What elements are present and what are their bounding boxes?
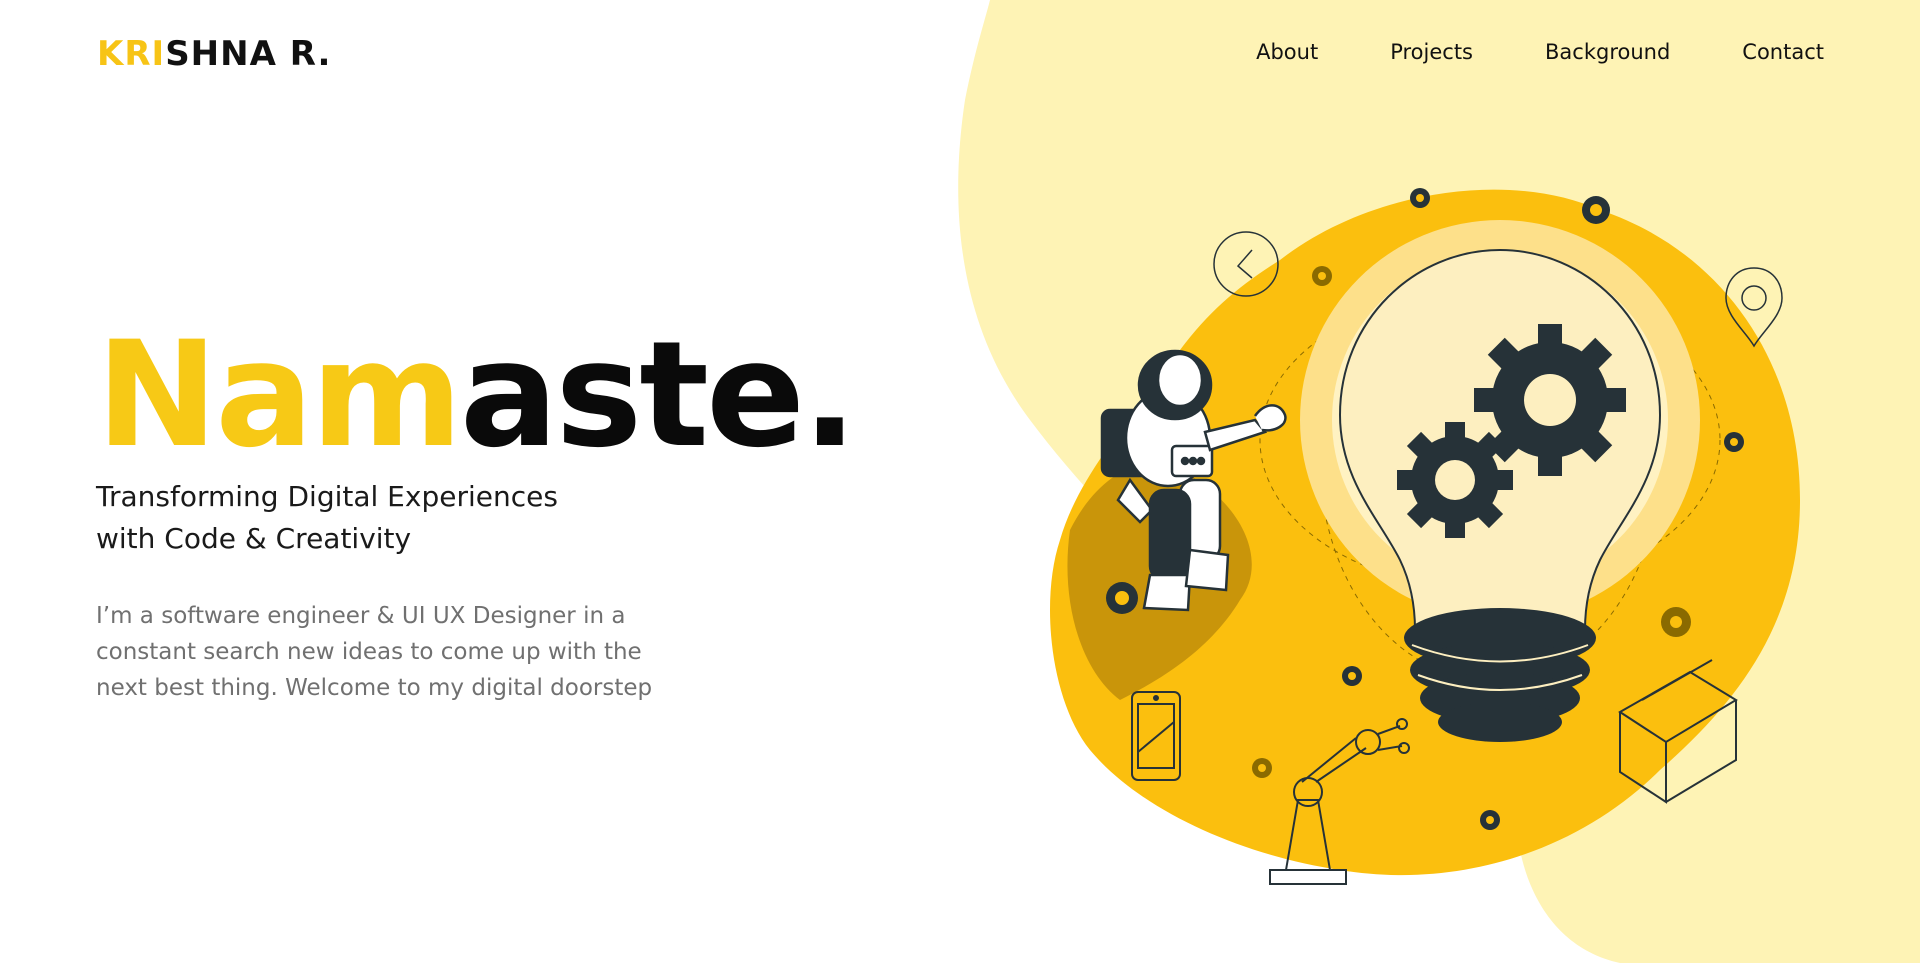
gear-icon-small-4 bbox=[1106, 582, 1138, 614]
nav-about[interactable]: About bbox=[1256, 40, 1318, 64]
hero-subtitle-line-1: Transforming Digital Experiences bbox=[96, 480, 558, 513]
hero-title-accent: Nam bbox=[96, 310, 463, 480]
main-nav: About Projects Background Contact bbox=[1256, 40, 1824, 64]
hero-title-rest: aste. bbox=[459, 310, 858, 480]
gear-icon-large bbox=[1474, 324, 1626, 476]
gear-icon-faded-1 bbox=[1312, 266, 1332, 286]
nav-background[interactable]: Background bbox=[1545, 40, 1670, 64]
gear-icon-small-5 bbox=[1342, 666, 1362, 686]
hero-subtitle: Transforming Digital Experiences with Co… bbox=[96, 476, 616, 560]
gear-icon-faded-2 bbox=[1661, 607, 1691, 637]
gear-icon-small-1 bbox=[1410, 188, 1430, 208]
logo-rest: SHNA R. bbox=[165, 34, 332, 74]
gear-icon-small-3 bbox=[1724, 432, 1744, 452]
gear-icon-small-2 bbox=[1582, 196, 1610, 224]
gear-icon-medium bbox=[1397, 422, 1513, 538]
hero-subtitle-line-2: with Code & Creativity bbox=[96, 522, 412, 555]
gear-icon-faded-3 bbox=[1252, 758, 1272, 778]
nav-projects[interactable]: Projects bbox=[1390, 40, 1473, 64]
hero-description: I’m a software engineer & UI UX Designer… bbox=[96, 603, 653, 701]
hero-title: Namaste. bbox=[96, 322, 858, 468]
gear-icon-small-6 bbox=[1480, 810, 1500, 830]
logo[interactable]: KRISHNA R. bbox=[97, 34, 331, 74]
hero-illustration bbox=[1050, 188, 1800, 885]
nav-contact[interactable]: Contact bbox=[1742, 40, 1824, 64]
logo-accent: KRI bbox=[97, 34, 166, 74]
